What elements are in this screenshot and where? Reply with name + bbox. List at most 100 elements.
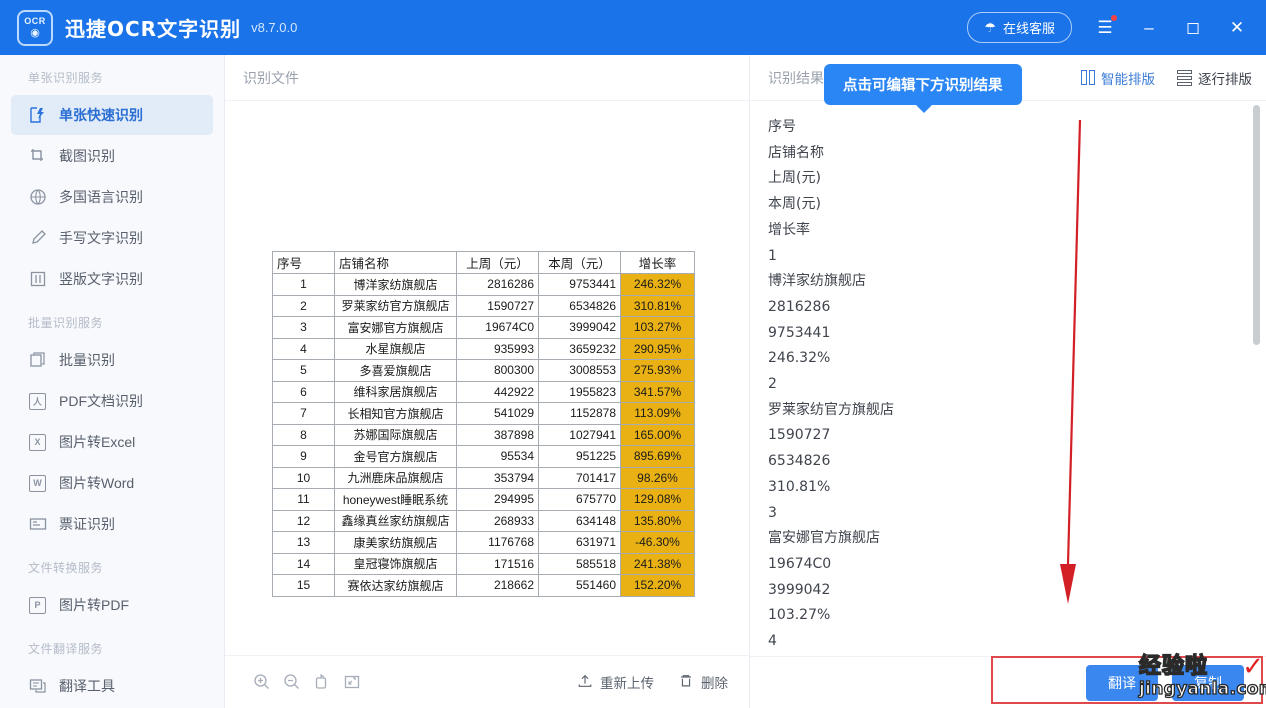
table-cell: 353794 xyxy=(456,466,539,489)
sidebar-item-image-to-word[interactable]: W 图片转Word xyxy=(11,463,213,503)
sidebar-item-handwriting[interactable]: 手写文字识别 xyxy=(11,218,213,258)
sidebar-item-image-to-pdf[interactable]: P 图片转PDF xyxy=(11,585,213,625)
reupload-button[interactable]: 重新上传 xyxy=(577,672,654,692)
line-layout-label: 逐行排版 xyxy=(1198,71,1252,87)
sidebar-group-label: 文件翻译服务 xyxy=(28,642,104,656)
table-row: 1 博洋家纺旗舰店 2816286 9753441 246.32% xyxy=(272,273,695,296)
table-cell: 5 xyxy=(272,359,335,382)
table-cell: 246.32% xyxy=(620,273,695,296)
sidebar-item-label: 票证识别 xyxy=(59,516,115,532)
smart-layout-button[interactable]: 智能排版 xyxy=(1081,68,1155,88)
table-cell: 152.20% xyxy=(620,574,695,597)
table-cell: 15 xyxy=(272,574,335,597)
preview-canvas[interactable]: 序号 店铺名称 上周（元） 本周（元） 增长率 1 博洋家纺旗舰店 2816286 9… xyxy=(225,101,749,655)
table-row: 6 维科家居旗舰店 442922 1955823 341.57% xyxy=(272,380,695,403)
result-scrollbar-thumb[interactable] xyxy=(1253,105,1260,345)
table-cell: 634148 xyxy=(538,509,621,532)
table-cell: -46.30% xyxy=(620,531,695,554)
maximize-icon[interactable]: ◻ xyxy=(1182,18,1204,38)
table-cell: 442922 xyxy=(456,380,539,403)
upload-icon xyxy=(577,673,593,692)
table-cell: 171516 xyxy=(456,552,539,575)
table-row: 11 honeywest睡眠系统 294995 675770 129.08% xyxy=(272,488,695,511)
table-cell: 310.81% xyxy=(620,294,695,317)
sidebar-item-pdf-recognition[interactable]: 人 PDF文档识别 xyxy=(11,381,213,421)
ocr-result-line: 博洋家纺旗舰店 xyxy=(768,273,866,290)
table-cell: 113.09% xyxy=(620,402,695,425)
table-cell: 12 xyxy=(272,509,335,532)
translate-icon xyxy=(28,677,47,696)
table-cell: 290.95% xyxy=(620,337,695,360)
table-cell: 博洋家纺旗舰店 xyxy=(334,273,457,296)
sidebar-item-receipt[interactable]: 票证识别 xyxy=(11,504,213,544)
sidebar-item-translate-tool[interactable]: 翻译工具 xyxy=(11,666,213,706)
zoom-in-icon[interactable] xyxy=(247,667,277,697)
close-icon[interactable]: ✕ xyxy=(1226,18,1248,38)
sidebar-item-multilanguage[interactable]: 多国语言识别 xyxy=(11,177,213,217)
table-cell: 维科家居旗舰店 xyxy=(334,380,457,403)
delete-label: 删除 xyxy=(701,676,728,691)
sidebar-item-image-to-excel[interactable]: X 图片转Excel xyxy=(11,422,213,462)
pen-icon xyxy=(28,229,47,248)
ocr-result-line: 6534826 xyxy=(768,453,831,470)
table-cell: 98.26% xyxy=(620,466,695,489)
table-cell: 1176768 xyxy=(456,531,539,554)
line-layout-button[interactable]: 逐行排版 xyxy=(1177,68,1252,88)
sidebar-item-quick-recognition[interactable]: 单张快速识别 xyxy=(11,95,213,135)
minimize-icon[interactable]: – xyxy=(1138,18,1160,38)
sidebar-item-label: 图片转Word xyxy=(59,475,135,491)
table-cell: 水星旗舰店 xyxy=(334,337,457,360)
table-cell: 551460 xyxy=(538,574,621,597)
sidebar-group-label: 单张识别服务 xyxy=(28,71,104,85)
ocr-result-panel: 识别结果 点击可编辑下方识别结果 智能排版 逐行排版 序号 店铺名称 上周(元) 本周… xyxy=(750,55,1266,708)
table-cell: 294995 xyxy=(456,488,539,511)
table-row: 7 长相知官方旗舰店 541029 1152878 113.09% xyxy=(272,402,695,425)
to-pdf-icon: P xyxy=(28,596,47,615)
table-row: 3 富安娜官方旗舰店 19674C0 3999042 103.27% xyxy=(272,316,695,339)
table-cell: 金号官方旗舰店 xyxy=(334,445,457,468)
rotate-icon[interactable] xyxy=(307,667,337,697)
table-cell: 631971 xyxy=(538,531,621,554)
table-col-header: 店铺名称 xyxy=(334,251,457,274)
delete-button[interactable]: 删除 xyxy=(678,672,728,692)
table-cell: 鑫缘真丝家纺旗舰店 xyxy=(334,509,457,532)
online-support-button[interactable]: ☂ 在线客服 xyxy=(967,12,1072,43)
sidebar-item-label: PDF文档识别 xyxy=(59,393,143,409)
edit-hint-tooltip[interactable]: 点击可编辑下方识别结果 xyxy=(824,64,1022,113)
sidebar-item-label: 截图识别 xyxy=(59,148,115,164)
table-cell: 10 xyxy=(272,466,335,489)
table-cell: 585518 xyxy=(538,552,621,575)
application-window: OCR ◉ 迅捷OCR文字识别 v8.7.0.0 ☂ 在线客服 ☰ – ◻ ✕ … xyxy=(0,0,1266,708)
sidebar-item-batch[interactable]: 批量识别 xyxy=(11,340,213,380)
ocr-result-line: 9753441 xyxy=(768,324,831,341)
table-cell: 2 xyxy=(272,294,335,317)
ocr-text-area[interactable]: 序号 店铺名称 上周(元) 本周(元) 增长率 1 博洋家纺旗舰店 2816286 975344… xyxy=(750,101,1266,656)
zoom-out-icon[interactable] xyxy=(277,667,307,697)
table-row: 15 赛依达家纺旗舰店 218662 551460 152.20% xyxy=(272,574,695,597)
result-scrollbar-track[interactable] xyxy=(1253,105,1263,650)
sidebar-item-label: 多国语言识别 xyxy=(59,189,143,205)
ocr-result-line: 1590727 xyxy=(768,427,831,444)
table-cell: 苏娜国际旗舰店 xyxy=(334,423,457,446)
table-cell: 14 xyxy=(272,552,335,575)
copy-button[interactable]: 复制 xyxy=(1172,664,1244,701)
translate-button[interactable]: 翻译 xyxy=(1086,664,1158,701)
table-row: 5 多喜爱旗舰店 800300 3008553 275.93% xyxy=(272,359,695,382)
ocr-result-line: 富安娜官方旗舰店 xyxy=(768,530,880,547)
vertical-text-icon xyxy=(28,270,47,289)
sidebar-item-screenshot[interactable]: 截图识别 xyxy=(11,136,213,176)
sidebar-item-vertical-text[interactable]: 竖版文字识别 xyxy=(11,259,213,299)
table-cell: 13 xyxy=(272,531,335,554)
app-title: 迅捷OCR文字识别 xyxy=(65,17,242,41)
table-cell: 11 xyxy=(272,488,335,511)
table-cell: 951225 xyxy=(538,445,621,468)
ocr-result-line: 2816286 xyxy=(768,298,831,315)
hamburger-icon[interactable]: ☰ xyxy=(1094,14,1117,38)
table-cell: 1 xyxy=(272,273,335,296)
excel-icon: X xyxy=(28,433,47,452)
table-row: 8 苏娜国际旗舰店 387898 1027941 165.00% xyxy=(272,423,695,446)
sidebar-group-label: 批量识别服务 xyxy=(28,316,104,330)
ocr-result-line: 1 xyxy=(768,247,777,264)
fit-screen-icon[interactable] xyxy=(337,667,367,697)
table-cell: 275.93% xyxy=(620,359,695,382)
